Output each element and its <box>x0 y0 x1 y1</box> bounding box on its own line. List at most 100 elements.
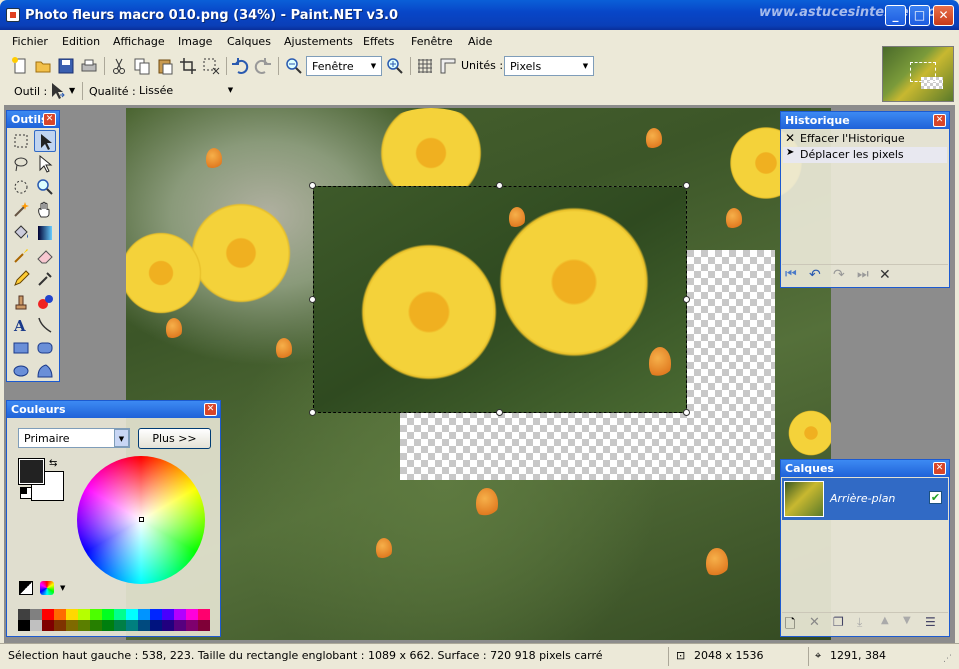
palette-swatch[interactable] <box>198 620 210 631</box>
maximize-button[interactable]: □ <box>909 5 930 26</box>
close-button[interactable]: ✕ <box>933 5 954 26</box>
text-icon[interactable]: A <box>10 314 32 336</box>
delete-layer-icon[interactable]: ✕ <box>809 615 827 633</box>
ellipse-icon[interactable] <box>10 360 32 382</box>
rulers-icon[interactable] <box>438 56 458 76</box>
copy-icon[interactable] <box>132 56 152 76</box>
ellipse-select-icon[interactable] <box>10 176 32 198</box>
open-icon[interactable] <box>33 56 53 76</box>
color-picker-icon[interactable] <box>34 268 56 290</box>
palette-swatch[interactable] <box>126 609 138 620</box>
palette-swatch[interactable] <box>174 620 186 631</box>
deselect-icon[interactable] <box>201 56 221 76</box>
palette-swatch[interactable] <box>186 609 198 620</box>
swap-colors-icon[interactable]: ⇆ <box>49 458 57 469</box>
merge-layer-icon[interactable]: ⤓ <box>857 615 875 633</box>
pencil-icon[interactable] <box>10 268 32 290</box>
chevron-down-icon[interactable]: ▼ <box>69 86 75 95</box>
palette-swatch[interactable] <box>66 620 78 631</box>
color-wheel-cursor[interactable] <box>139 517 144 522</box>
layer-visibility-checkbox[interactable]: ✔ <box>929 491 942 504</box>
selection-handle-b[interactable] <box>496 409 503 416</box>
palette-swatch[interactable] <box>114 620 126 631</box>
rounded-rectangle-icon[interactable] <box>34 337 56 359</box>
close-icon[interactable]: ✕ <box>204 403 217 416</box>
layer-properties-icon[interactable]: ☰ <box>925 615 943 633</box>
crop-icon[interactable] <box>178 56 198 76</box>
zoom-icon[interactable] <box>34 176 56 198</box>
clone-stamp-icon[interactable] <box>10 291 32 313</box>
units-select[interactable]: Pixels ▼ <box>504 56 594 76</box>
palette-swatch[interactable] <box>198 609 210 620</box>
menu-affichage[interactable]: Affichage <box>113 35 165 48</box>
rectangle-select-icon[interactable] <box>10 130 32 152</box>
menu-ajustements[interactable]: Ajustements <box>284 35 353 48</box>
recolor-icon[interactable] <box>34 291 56 313</box>
palette-swatch[interactable] <box>66 609 78 620</box>
menu-fichier[interactable]: Fichier <box>12 35 48 48</box>
first-step-icon[interactable]: ⏮ <box>785 267 803 285</box>
lasso-select-icon[interactable] <box>10 153 32 175</box>
primary-color-swatch[interactable] <box>18 458 45 485</box>
palette-swatch[interactable] <box>102 609 114 620</box>
layers-panel-header[interactable]: Calques ✕ <box>781 460 949 477</box>
move-layer-up-icon[interactable]: ▲ <box>881 615 899 633</box>
close-icon[interactable]: ✕ <box>43 113 56 126</box>
zoom-in-icon[interactable] <box>385 56 405 76</box>
palette-swatch[interactable] <box>114 609 126 620</box>
history-panel-header[interactable]: Historique ✕ <box>781 112 949 129</box>
resize-grip-icon[interactable]: ⋰ <box>943 654 952 664</box>
minimize-button[interactable]: _ <box>885 5 906 26</box>
close-icon[interactable]: ✕ <box>933 114 946 127</box>
paste-icon[interactable] <box>155 56 175 76</box>
cut-icon[interactable] <box>109 56 129 76</box>
layer-item[interactable]: Arrière-plan ✔ <box>782 478 948 520</box>
selection-handle-bl[interactable] <box>309 409 316 416</box>
paintbrush-icon[interactable] <box>10 245 32 267</box>
selection-handle-l[interactable] <box>309 296 316 303</box>
selection-handle-t[interactable] <box>496 182 503 189</box>
history-item-clear[interactable]: ✕ Effacer l'Historique <box>783 131 947 147</box>
tools-panel-header[interactable]: Outils ✕ <box>7 111 59 128</box>
add-layer-icon[interactable]: 🗋 <box>785 615 803 633</box>
palette-swatch[interactable] <box>78 609 90 620</box>
palette-swatch[interactable] <box>42 620 54 631</box>
palette-icon[interactable] <box>19 581 33 595</box>
freeform-shape-icon[interactable] <box>34 360 56 382</box>
palette-swatch[interactable] <box>102 620 114 631</box>
rectangle-icon[interactable] <box>10 337 32 359</box>
moved-selection[interactable] <box>313 186 687 413</box>
menu-aide[interactable]: Aide <box>468 35 492 48</box>
zoom-select[interactable]: Fenêtre ▼ <box>306 56 382 76</box>
palette-swatch[interactable] <box>186 620 198 631</box>
selection-handle-tl[interactable] <box>309 182 316 189</box>
palette-swatch[interactable] <box>138 620 150 631</box>
quality-select[interactable]: Lissée ▼ <box>134 81 238 101</box>
palette-swatch[interactable] <box>30 609 42 620</box>
palette-swatch[interactable] <box>162 609 174 620</box>
selection-handle-r[interactable] <box>683 296 690 303</box>
palette-swatch[interactable] <box>138 609 150 620</box>
gradient-icon[interactable] <box>34 222 56 244</box>
title-bar[interactable]: Photo fleurs macro 010.png (34%) - Paint… <box>0 0 959 30</box>
redo-icon[interactable]: ↷ <box>833 267 851 285</box>
grid-icon[interactable] <box>415 56 435 76</box>
palette-swatch[interactable] <box>30 620 42 631</box>
palette-swatch[interactable] <box>150 609 162 620</box>
colors-panel-header[interactable]: Couleurs ✕ <box>7 401 220 418</box>
save-icon[interactable] <box>56 56 76 76</box>
selection-handle-br[interactable] <box>683 409 690 416</box>
more-colors-button[interactable]: Plus >> <box>138 428 211 449</box>
move-selection-icon[interactable] <box>34 130 56 152</box>
palette-swatch[interactable] <box>126 620 138 631</box>
history-item-move-pixels[interactable]: ➤ Déplacer les pixels <box>783 147 947 163</box>
app-icon[interactable] <box>6 8 20 22</box>
menu-image[interactable]: Image <box>178 35 212 48</box>
move-layer-down-icon[interactable]: ▼ <box>903 615 921 633</box>
palette-swatch[interactable] <box>18 609 30 620</box>
chevron-down-icon[interactable]: ▼ <box>60 584 65 592</box>
close-icon[interactable]: ✕ <box>933 462 946 475</box>
palette-swatch[interactable] <box>90 609 102 620</box>
reset-colors-icon[interactable] <box>20 487 32 499</box>
move-pixels-icon[interactable] <box>48 81 68 101</box>
